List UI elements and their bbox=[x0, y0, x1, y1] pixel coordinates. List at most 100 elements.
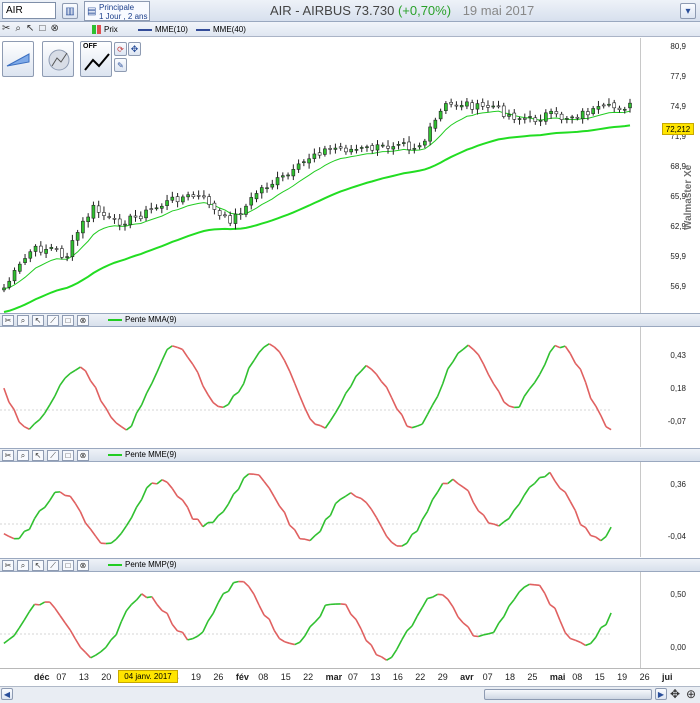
indicator-label[interactable]: Pente MME(9) bbox=[108, 450, 177, 459]
indicator-segment bbox=[33, 510, 41, 520]
zoom-icon[interactable]: ⌕ bbox=[17, 315, 29, 326]
book-icon[interactable]: ▥ bbox=[62, 3, 78, 19]
x-tick-label: déc bbox=[34, 672, 50, 682]
indicator-segment bbox=[513, 591, 520, 601]
zoom-in-icon[interactable]: ⊕ bbox=[686, 687, 696, 701]
candle-body bbox=[544, 112, 548, 122]
candle-body bbox=[517, 118, 522, 120]
zoom-icon[interactable]: ⌕ bbox=[15, 23, 21, 34]
legend-mme40[interactable]: MME(40) bbox=[196, 24, 246, 35]
candle-body bbox=[380, 144, 385, 147]
indicator-segment bbox=[69, 369, 76, 375]
square-icon[interactable]: □ bbox=[39, 23, 45, 34]
candle-body bbox=[117, 218, 122, 226]
close-icon[interactable]: ⊗ bbox=[77, 560, 89, 571]
indicator-segment bbox=[197, 518, 204, 528]
indicator-segment bbox=[421, 511, 429, 521]
indicator-segment bbox=[538, 364, 546, 375]
indicator-segment bbox=[472, 501, 480, 512]
indicator-segment bbox=[559, 487, 566, 493]
candle-body bbox=[433, 119, 438, 129]
square-icon[interactable]: □ bbox=[62, 450, 74, 461]
indicator-segment bbox=[258, 604, 265, 616]
indicator-segment bbox=[528, 482, 536, 489]
indicator-segment bbox=[452, 478, 459, 485]
title-price: 73.730 bbox=[354, 3, 395, 18]
indicator-segment bbox=[513, 503, 520, 511]
indicator-segment bbox=[151, 371, 158, 384]
scrollbar-thumb[interactable] bbox=[484, 689, 652, 700]
indicator-segment bbox=[202, 521, 209, 528]
indicator-segment bbox=[385, 386, 393, 399]
indicator-segment bbox=[584, 527, 592, 536]
candle-body bbox=[96, 205, 101, 213]
indicator-segment bbox=[130, 506, 138, 519]
indicator-segment bbox=[436, 383, 444, 397]
trend-icon[interactable]: ⟋ bbox=[47, 450, 59, 461]
cursor-icon[interactable]: ↖ bbox=[32, 560, 44, 571]
indicator-segment bbox=[233, 391, 240, 397]
indicator-segment bbox=[146, 383, 153, 394]
scroll-left-icon[interactable]: ◀ bbox=[1, 688, 13, 700]
indicator-segment bbox=[28, 603, 36, 613]
indicator-segment bbox=[340, 603, 346, 606]
indicator-segment bbox=[135, 404, 143, 414]
menu-icon[interactable]: ▾ bbox=[680, 3, 696, 19]
indicator-segment bbox=[3, 638, 10, 644]
candle-body bbox=[259, 187, 264, 194]
candle-body bbox=[249, 197, 254, 206]
candle-body bbox=[386, 145, 390, 149]
trend-icon[interactable]: ⟋ bbox=[47, 315, 59, 326]
candle-body bbox=[49, 247, 54, 249]
scissors-icon[interactable]: ✂ bbox=[2, 315, 14, 326]
close-icon[interactable]: ⊗ bbox=[77, 450, 89, 461]
candle-body bbox=[507, 114, 511, 117]
indicator-chart[interactable] bbox=[0, 462, 640, 557]
legend-price[interactable]: Prix bbox=[92, 24, 118, 35]
candle-body bbox=[175, 196, 180, 203]
indicator-label[interactable]: Pente MMP(9) bbox=[108, 560, 177, 569]
indicator-segment bbox=[329, 412, 337, 422]
candle-body bbox=[12, 270, 17, 282]
pan-icon[interactable]: ✥ bbox=[670, 687, 680, 701]
candle-body bbox=[39, 245, 43, 253]
symbol-input[interactable] bbox=[2, 2, 56, 19]
period-selector[interactable]: ▤ Principale 1 Jour , 2 ans bbox=[84, 1, 150, 21]
scissors-icon[interactable]: ✂ bbox=[2, 560, 14, 571]
close-icon[interactable]: ⊗ bbox=[77, 315, 89, 326]
indicator-segment bbox=[462, 486, 469, 492]
indicator-chart[interactable] bbox=[0, 572, 640, 668]
cursor-icon[interactable]: ↖ bbox=[32, 315, 44, 326]
legend-mme10[interactable]: MME(10) bbox=[138, 24, 188, 35]
square-icon[interactable]: □ bbox=[62, 560, 74, 571]
square-icon[interactable]: □ bbox=[62, 315, 74, 326]
scroll-right-icon[interactable]: ▶ bbox=[655, 688, 667, 700]
trend-icon[interactable]: ⟋ bbox=[47, 560, 59, 571]
x-tick-label: jui bbox=[662, 672, 673, 682]
candle-body bbox=[359, 147, 364, 149]
legend-mme40-label: MME(40) bbox=[213, 25, 246, 34]
indicator-segment bbox=[452, 352, 459, 363]
candle-body bbox=[407, 141, 411, 151]
indicator-segment bbox=[166, 481, 173, 489]
close-icon[interactable]: ⊗ bbox=[50, 23, 58, 34]
price-chart[interactable] bbox=[0, 38, 640, 313]
indicator-label[interactable]: Pente MMA(9) bbox=[108, 315, 177, 324]
indicator-segment bbox=[212, 515, 219, 523]
indicator-chart[interactable] bbox=[0, 327, 640, 447]
indicator-segment bbox=[339, 392, 347, 405]
indicator-segment bbox=[18, 619, 25, 629]
cursor-icon[interactable]: ↖ bbox=[32, 450, 44, 461]
zoom-icon[interactable]: ⌕ bbox=[17, 560, 29, 571]
candle-body bbox=[165, 200, 169, 206]
cursor-icon[interactable]: ↖ bbox=[26, 23, 34, 34]
zoom-icon[interactable]: ⌕ bbox=[17, 450, 29, 461]
scissors-icon[interactable]: ✂ bbox=[2, 450, 14, 461]
indicator-segment bbox=[253, 473, 260, 476]
indicator-segment bbox=[319, 424, 326, 429]
scissors-icon[interactable]: ✂ bbox=[2, 23, 10, 34]
indicator-segment bbox=[222, 590, 229, 595]
indicator-segment bbox=[483, 633, 489, 636]
indicator-segment bbox=[79, 366, 87, 372]
candle-body bbox=[138, 215, 143, 220]
